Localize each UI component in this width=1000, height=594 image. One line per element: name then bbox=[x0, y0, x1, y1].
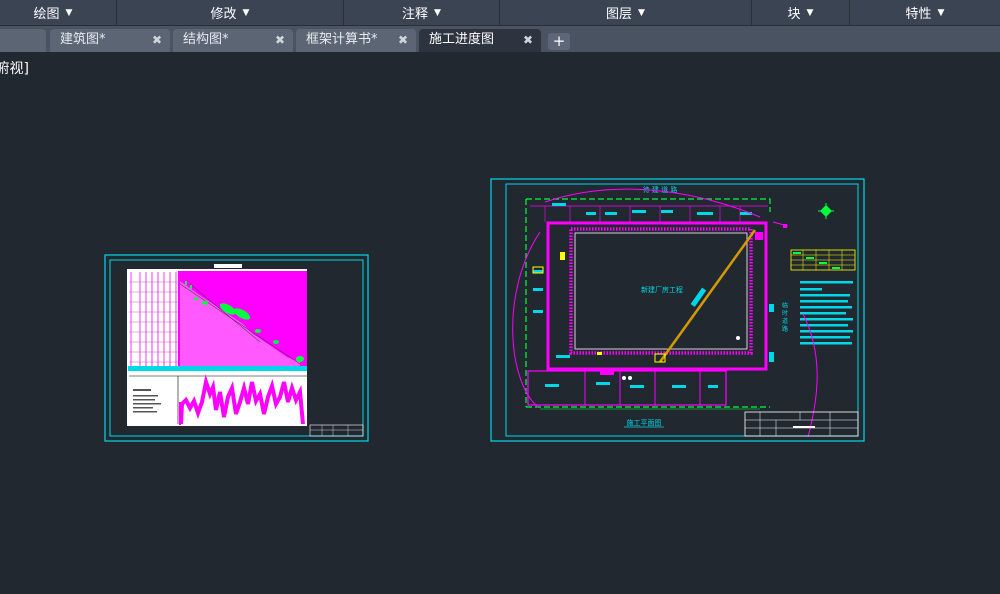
ribbon-panel-layers[interactable]: 图层 ▼ bbox=[500, 0, 752, 25]
ribbon-panel-properties[interactable]: 特性 ▼ bbox=[850, 0, 1000, 25]
close-icon[interactable]: ✖ bbox=[275, 29, 285, 51]
tab-architecture[interactable]: 建筑图* ✖ bbox=[50, 29, 170, 52]
tab-construction-schedule[interactable]: 施工进度图 ✖ bbox=[419, 29, 541, 52]
close-icon[interactable]: ✖ bbox=[523, 29, 533, 51]
sheet-caption: 施工平面图 bbox=[627, 418, 662, 427]
ribbon-panel-draw[interactable]: 绘图 ▼ bbox=[0, 0, 117, 25]
ribbon-bar: 绘图 ▼ 修改 ▼ 注释 ▼ 图层 ▼ 块 ▼ 特性 ▼ bbox=[0, 0, 1000, 26]
title-block bbox=[744, 411, 859, 437]
chevron-down-icon: ▼ bbox=[242, 7, 250, 18]
tab-label: 结构图* bbox=[183, 32, 229, 47]
ribbon-panel-label: 绘图 bbox=[33, 7, 60, 22]
tab-label: 建筑图* bbox=[60, 32, 106, 47]
close-icon[interactable]: ✖ bbox=[398, 29, 408, 51]
building-label: 新建厂房工程 bbox=[641, 285, 683, 294]
drawing-viewport[interactable]: [俯视] bbox=[0, 52, 1000, 594]
tab-label: 框架计算书* bbox=[306, 32, 378, 47]
ribbon-panel-label: 特性 bbox=[905, 7, 932, 22]
drawing-canvas: 待 建 道 路 新建厂房工程 临 时 道 路 施工平面图 bbox=[104, 178, 865, 442]
ribbon-panel-modify[interactable]: 修改 ▼ bbox=[117, 0, 344, 25]
ribbon-panel-annotate[interactable]: 注释 ▼ bbox=[344, 0, 500, 25]
ribbon-panel-block[interactable]: 块 ▼ bbox=[752, 0, 850, 25]
tab-overflow[interactable] bbox=[0, 29, 46, 52]
chevron-down-icon: ▼ bbox=[806, 7, 814, 18]
chevron-down-icon: ▼ bbox=[65, 7, 73, 18]
legend-table bbox=[790, 249, 856, 271]
ribbon-panel-label: 图层 bbox=[606, 7, 633, 22]
tab-label: 施工进度图 bbox=[429, 32, 495, 47]
chevron-down-icon: ▼ bbox=[434, 7, 441, 18]
left-drawing-sheet[interactable] bbox=[104, 254, 369, 442]
chevron-down-icon: ▼ bbox=[937, 7, 945, 18]
tab-frame-calc[interactable]: 框架计算书* ✖ bbox=[296, 29, 416, 52]
tab-structure[interactable]: 结构图* ✖ bbox=[173, 29, 293, 52]
ribbon-panel-label: 块 bbox=[787, 7, 801, 22]
north-arrow-icon bbox=[818, 203, 834, 219]
ribbon-panel-label: 注释 bbox=[402, 7, 429, 22]
side-road-label: 临 时 道 路 bbox=[781, 301, 788, 333]
new-tab-button[interactable]: + bbox=[548, 33, 570, 50]
close-icon[interactable]: ✖ bbox=[152, 29, 162, 51]
right-drawing-sheet[interactable]: 待 建 道 路 新建厂房工程 临 时 道 路 施工平面图 bbox=[490, 178, 865, 442]
file-tab-bar: 建筑图* ✖ 结构图* ✖ 框架计算书* ✖ 施工进度图 ✖ + bbox=[0, 26, 1000, 52]
chevron-down-icon: ▼ bbox=[638, 7, 645, 18]
ribbon-panel-label: 修改 bbox=[210, 7, 237, 22]
